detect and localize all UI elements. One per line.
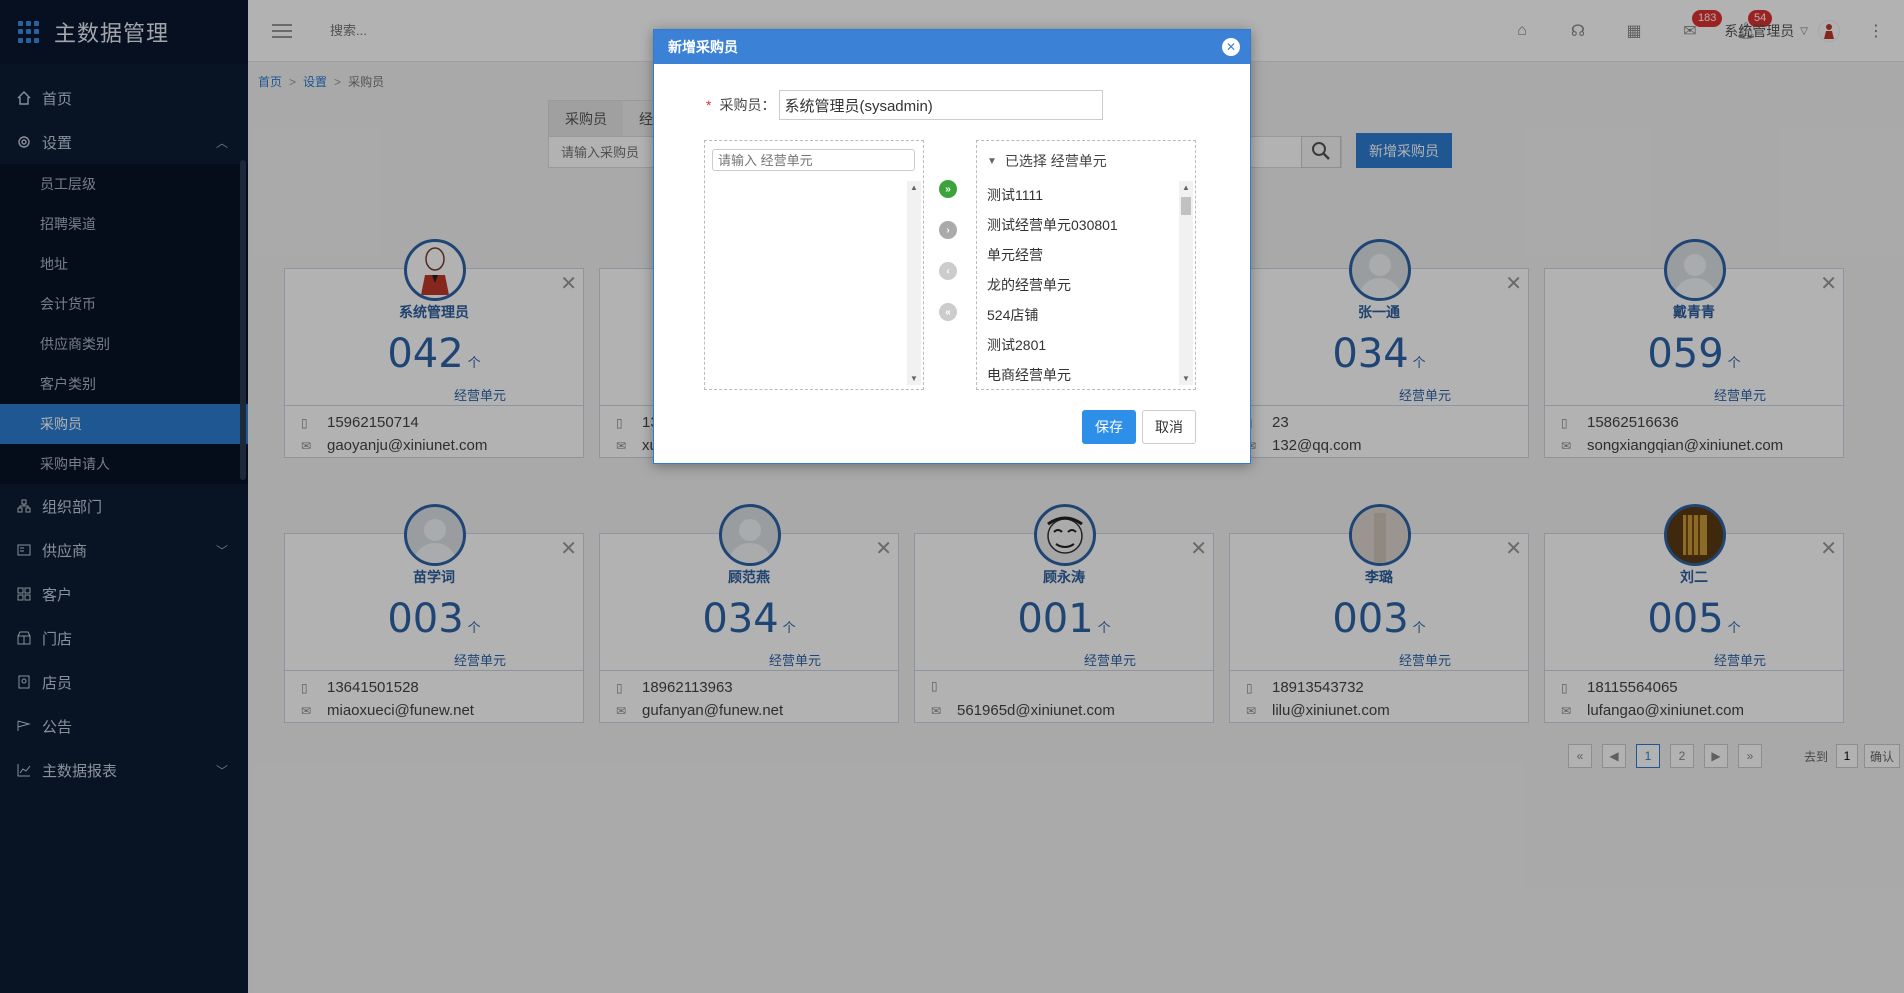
selected-units-list: 测试1111 测试经营单元030801 单元经营 龙的经营单元 524店铺 测试…: [987, 187, 1118, 397]
collapse-triangle-icon[interactable]: ▼: [987, 156, 997, 167]
scroll-up-icon[interactable]: ▲: [1179, 183, 1193, 192]
selected-units-panel: ▼ 已选择 经营单元 测试1111 测试经营单元030801 单元经营 龙的经营…: [976, 140, 1196, 390]
buyer-field-label: 采购员：: [719, 97, 776, 113]
add-all-icon[interactable]: »: [939, 180, 957, 198]
remove-selected-icon[interactable]: ‹: [939, 262, 957, 280]
scroll-up-icon[interactable]: ▲: [907, 183, 921, 192]
close-icon[interactable]: ✕: [1222, 38, 1240, 56]
selected-units-title: 已选择 经营单元: [1004, 153, 1107, 169]
dialog-title: 新增采购员: [668, 39, 738, 55]
add-selected-icon[interactable]: ›: [939, 221, 957, 239]
right-scrollbar[interactable]: ▲ ▼: [1179, 181, 1193, 385]
list-item[interactable]: 测试1111: [987, 187, 1118, 217]
unit-filter-input[interactable]: [712, 149, 915, 171]
cancel-button[interactable]: 取消: [1142, 410, 1196, 444]
list-item[interactable]: 单元经营: [987, 247, 1118, 277]
buyer-field-row: * 采购员：: [706, 90, 1104, 120]
required-marker: *: [706, 97, 712, 113]
buyer-input[interactable]: [779, 90, 1104, 120]
selected-units-header[interactable]: ▼ 已选择 经营单元: [987, 151, 1107, 171]
list-item[interactable]: 524店铺: [987, 307, 1118, 337]
available-units-panel: ▲ ▼: [704, 140, 924, 390]
list-item[interactable]: 测试2801: [987, 337, 1118, 367]
dialog-header: 新增采购员 ✕: [654, 30, 1250, 64]
scroll-down-icon[interactable]: ▼: [1179, 374, 1193, 383]
list-item[interactable]: 电商经营单元: [987, 367, 1118, 397]
list-item[interactable]: 测试经营单元030801: [987, 217, 1118, 247]
remove-all-icon[interactable]: «: [939, 303, 957, 321]
save-button[interactable]: 保存: [1082, 410, 1136, 444]
scroll-down-icon[interactable]: ▼: [907, 374, 921, 383]
add-buyer-dialog: 新增采购员 ✕ * 采购员： ▲ ▼ » › ‹ « ▼ 已选择 经营单元 测试…: [653, 29, 1251, 464]
scroll-thumb[interactable]: [1181, 197, 1191, 215]
list-item[interactable]: 龙的经营单元: [987, 277, 1118, 307]
left-scrollbar[interactable]: ▲ ▼: [907, 181, 921, 385]
transfer-buttons: » › ‹ «: [939, 180, 959, 344]
